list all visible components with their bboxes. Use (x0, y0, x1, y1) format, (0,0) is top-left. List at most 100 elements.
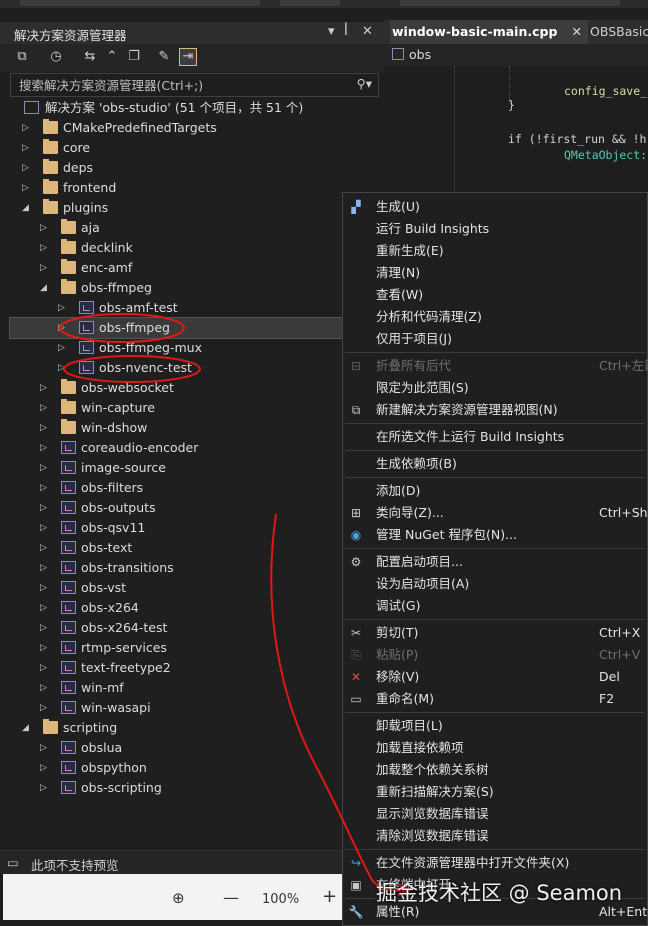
tree-item[interactable]: ▷ obs-x264-test (0, 618, 384, 638)
menu-item[interactable]: 卸载项目(L) (343, 715, 648, 737)
tree-item[interactable]: ◢ scripting (0, 718, 384, 738)
expand-arrow-icon[interactable]: ▷ (58, 298, 68, 318)
expand-arrow-icon[interactable]: ▷ (40, 498, 50, 518)
tree-item[interactable]: ▷ obspython (0, 758, 384, 778)
expand-arrow-icon[interactable]: ▷ (22, 178, 32, 198)
menu-item[interactable]: ↪ 在文件资源管理器中打开文件夹(X) (343, 852, 648, 874)
tree-item[interactable]: ▷ text-freetype2 (0, 658, 384, 678)
expand-arrow-icon[interactable]: ▷ (40, 778, 50, 798)
expand-arrow-icon[interactable]: ▷ (40, 638, 50, 658)
expand-arrow-icon[interactable]: ▷ (40, 518, 50, 538)
close-tab-icon[interactable]: ✕ (572, 20, 582, 44)
menu-item[interactable]: 清除浏览数据库错误 (343, 825, 648, 847)
expand-arrow-icon[interactable]: ▷ (40, 758, 50, 778)
menu-item[interactable]: ▭ 重命名(M) F2 (343, 688, 648, 710)
collapse-arrow-icon[interactable]: ◢ (40, 278, 50, 298)
menu-item[interactable]: 加载直接依赖项 (343, 737, 648, 759)
solution-node[interactable]: 解决方案 'obs-studio' (51 个项目，共 51 个) (22, 98, 382, 118)
menu-item[interactable]: 调试(G) (343, 595, 648, 617)
menu-item[interactable]: 重新生成(E) (343, 240, 648, 262)
menu-item[interactable]: ▞ 生成(U) (343, 196, 648, 218)
code-editor[interactable]: config_save_ } if (!first_run && !h QMet… (384, 66, 648, 196)
tree-item[interactable]: ▷ obs-vst (0, 578, 384, 598)
tree-item[interactable]: ▷ obs-outputs (0, 498, 384, 518)
menu-item[interactable]: 加载整个依赖关系树 (343, 759, 648, 781)
tree-item[interactable]: ▷ frontend (0, 178, 384, 198)
tree-item[interactable]: ▷ decklink (0, 238, 384, 258)
expand-arrow-icon[interactable]: ▷ (40, 678, 50, 698)
dropdown-icon[interactable]: ▾ (328, 24, 335, 39)
expand-arrow-icon[interactable]: ▷ (58, 338, 68, 358)
tree-item[interactable]: ▷ obs-ffmpeg-mux (0, 338, 384, 358)
tree-item[interactable]: ▷ obs-scripting (0, 778, 384, 798)
expand-arrow-icon[interactable]: ▷ (40, 598, 50, 618)
menu-item[interactable]: ✕ 移除(V) Del (343, 666, 648, 688)
menu-item[interactable]: 重新扫描解决方案(S) (343, 781, 648, 803)
tree-item[interactable]: ▷ core (0, 138, 384, 158)
menu-item[interactable]: ⚙ 配置启动项目... (343, 551, 648, 573)
search-input[interactable] (17, 76, 341, 94)
tree-item[interactable]: ▷ obslua (0, 738, 384, 758)
expand-arrow-icon[interactable]: ▷ (40, 658, 50, 678)
editor-nav-bar[interactable]: obs (384, 44, 648, 67)
menu-item[interactable]: ✂ 剪切(T) Ctrl+X (343, 622, 648, 644)
menu-item[interactable]: ⊞ 类向导(Z)... Ctrl+Shif (343, 502, 648, 524)
tree-item[interactable]: ▷ obs-websocket (0, 378, 384, 398)
menu-item[interactable]: ⧉ 新建解决方案资源管理器视图(N) (343, 399, 648, 421)
tree-item[interactable]: ▷ win-wasapi (0, 698, 384, 718)
close-icon[interactable]: ✕ (362, 24, 373, 39)
tree-item[interactable]: ▷ win-capture (0, 398, 384, 418)
menu-item[interactable]: 查看(W) (343, 284, 648, 306)
history-icon[interactable]: ◷ (48, 49, 64, 65)
tree-item[interactable]: ▷ win-mf (0, 678, 384, 698)
expand-arrow-icon[interactable]: ▷ (22, 138, 32, 158)
expand-arrow-icon[interactable]: ▷ (40, 478, 50, 498)
sync-icon[interactable]: ⇆ (82, 49, 98, 65)
search-icon[interactable]: ⚲▾ (357, 76, 372, 91)
switch-views-icon[interactable]: ⧉ (14, 49, 30, 65)
tab-window-basic-main[interactable]: window-basic-main.cpp ✕ (390, 20, 588, 44)
tree-item[interactable]: ◢ plugins (0, 198, 384, 218)
tree-item[interactable]: ▷ obs-text (0, 538, 384, 558)
tab-obsbasic[interactable]: OBSBasic. (590, 20, 648, 44)
menu-item[interactable]: ◉ 管理 NuGet 程序包(N)... (343, 524, 648, 546)
expand-arrow-icon[interactable]: ▷ (40, 398, 50, 418)
globe-icon[interactable]: ⊕ (172, 889, 185, 907)
menu-item[interactable]: 在所选文件上运行 Build Insights (343, 426, 648, 448)
pin-icon[interactable]: ꟾ (344, 24, 348, 39)
tree-item[interactable]: ▷ obs-amf-test (0, 298, 384, 318)
tree-item[interactable]: ▷ obs-ffmpeg (9, 317, 385, 339)
expand-arrow-icon[interactable]: ▷ (40, 218, 50, 238)
tree-item[interactable]: ▷ obs-qsv11 (0, 518, 384, 538)
expand-arrow-icon[interactable]: ▷ (40, 698, 50, 718)
expand-arrow-icon[interactable]: ▷ (40, 618, 50, 638)
tree-item[interactable]: ▷ CMakePredefinedTargets (0, 118, 384, 138)
expand-arrow-icon[interactable]: ▷ (58, 318, 68, 338)
expand-arrow-icon[interactable]: ▷ (40, 458, 50, 478)
tree-item[interactable]: ▷ coreaudio-encoder (0, 438, 384, 458)
tree-item[interactable]: ▷ obs-transitions (0, 558, 384, 578)
menu-item[interactable]: 显示浏览数据库错误 (343, 803, 648, 825)
show-all-files-icon[interactable]: ❐ (126, 49, 142, 65)
tree-item[interactable]: ▷ rtmp-services (0, 638, 384, 658)
expand-arrow-icon[interactable]: ▷ (40, 538, 50, 558)
expand-arrow-icon[interactable]: ▷ (58, 358, 68, 378)
menu-item[interactable]: 添加(D) (343, 480, 648, 502)
collapse-all-icon[interactable]: ⌃ (104, 49, 120, 65)
menu-item[interactable]: 生成依赖项(B) (343, 453, 648, 475)
tree-item[interactable]: ▷ aja (0, 218, 384, 238)
expand-arrow-icon[interactable]: ▷ (40, 558, 50, 578)
menu-item[interactable]: 设为启动项目(A) (343, 573, 648, 595)
collapse-arrow-icon[interactable]: ◢ (22, 718, 32, 738)
tree-item[interactable]: ▷ win-dshow (0, 418, 384, 438)
expand-arrow-icon[interactable]: ▷ (40, 438, 50, 458)
collapse-arrow-icon[interactable]: ◢ (22, 198, 32, 218)
expand-arrow-icon[interactable]: ▷ (40, 258, 50, 278)
properties-icon[interactable]: ✎ (156, 49, 172, 65)
preview-selected-icon[interactable]: ⇥ (179, 48, 197, 66)
expand-arrow-icon[interactable]: ▷ (40, 418, 50, 438)
tree-item[interactable]: ▷ enc-amf (0, 258, 384, 278)
menu-item[interactable]: 仅用于项目(J) (343, 328, 648, 350)
expand-arrow-icon[interactable]: ▷ (40, 578, 50, 598)
tree-item[interactable]: ◢ obs-ffmpeg (0, 278, 384, 298)
